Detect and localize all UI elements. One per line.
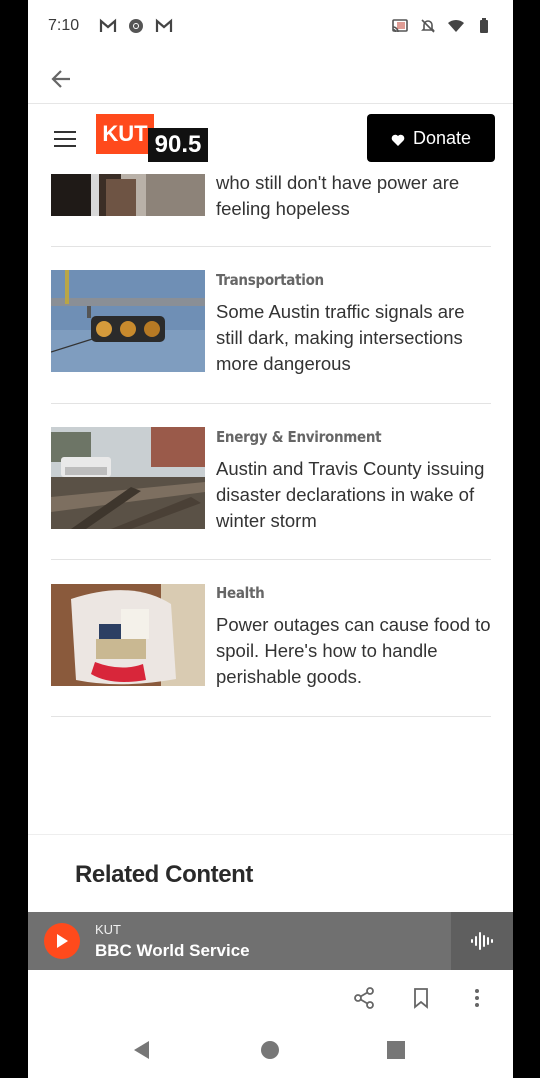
donate-button[interactable]: Donate [367, 114, 495, 162]
audio-player: KUT BBC World Service [28, 912, 513, 970]
article-headline[interactable]: Power outages can cause food to spoil. H… [216, 612, 494, 690]
list-item[interactable]: Transportation Some Austin traffic signa… [51, 247, 491, 404]
article-thumbnail[interactable] [51, 270, 205, 372]
audio-wave-icon [471, 932, 493, 950]
nav-back-icon[interactable] [131, 1039, 153, 1061]
site-header: KUT 90.5 Donate [28, 104, 513, 174]
chrome-icon [127, 17, 145, 35]
wifi-icon [447, 17, 465, 35]
related-content-section: Related Content [28, 834, 513, 912]
phone-screen: 7:10 KUT 90.5 Donate who still don't hav… [28, 0, 513, 1078]
menu-icon[interactable] [54, 129, 78, 149]
article-list: who still don't have power are feeling h… [28, 174, 513, 912]
cast-icon [391, 17, 409, 35]
kut-logo[interactable]: KUT 90.5 [96, 114, 208, 162]
donate-label: Donate [412, 127, 472, 148]
nav-recents-icon[interactable] [385, 1039, 407, 1061]
article-headline[interactable]: who still don't have power are feeling h… [216, 174, 494, 222]
back-arrow-icon[interactable] [50, 68, 72, 90]
article-category[interactable]: Health [216, 584, 494, 602]
nav-home-icon[interactable] [259, 1039, 281, 1061]
more-vert-icon[interactable] [465, 986, 489, 1010]
share-icon[interactable] [352, 986, 376, 1010]
audio-wave-button[interactable] [451, 912, 513, 970]
gmail-icon [99, 17, 117, 35]
article-thumbnail[interactable] [51, 584, 205, 686]
article-thumbnail[interactable] [51, 427, 205, 529]
play-button[interactable] [44, 923, 80, 959]
heart-icon [391, 131, 405, 146]
logo-frequency: 90.5 [148, 128, 208, 162]
bookmark-icon[interactable] [409, 986, 433, 1010]
status-bar: 7:10 [28, 0, 513, 52]
player-program[interactable]: BBC World Service [95, 941, 250, 961]
browser-toolbar [28, 970, 513, 1026]
play-icon [57, 934, 68, 948]
logo-kut: KUT [96, 114, 154, 154]
system-nav-bar [28, 1026, 513, 1078]
battery-icon [475, 17, 493, 35]
article-category[interactable]: Transportation [216, 271, 494, 289]
status-time: 7:10 [48, 17, 80, 34]
related-content-title: Related Content [75, 861, 254, 888]
browser-top-bar [28, 52, 513, 104]
gmail-icon [155, 17, 173, 35]
player-station: KUT [95, 922, 121, 937]
article-headline[interactable]: Austin and Travis County issuing disaste… [216, 456, 494, 534]
list-item[interactable]: Health Power outages can cause food to s… [51, 560, 491, 717]
article-headline[interactable]: Some Austin traffic signals are still da… [216, 299, 494, 377]
list-item[interactable]: who still don't have power are feeling h… [51, 174, 491, 247]
article-category[interactable]: Energy & Environment [216, 428, 494, 446]
list-item[interactable]: Energy & Environment Austin and Travis C… [51, 404, 491, 560]
article-thumbnail[interactable] [51, 174, 205, 216]
notifications-off-icon [419, 17, 437, 35]
